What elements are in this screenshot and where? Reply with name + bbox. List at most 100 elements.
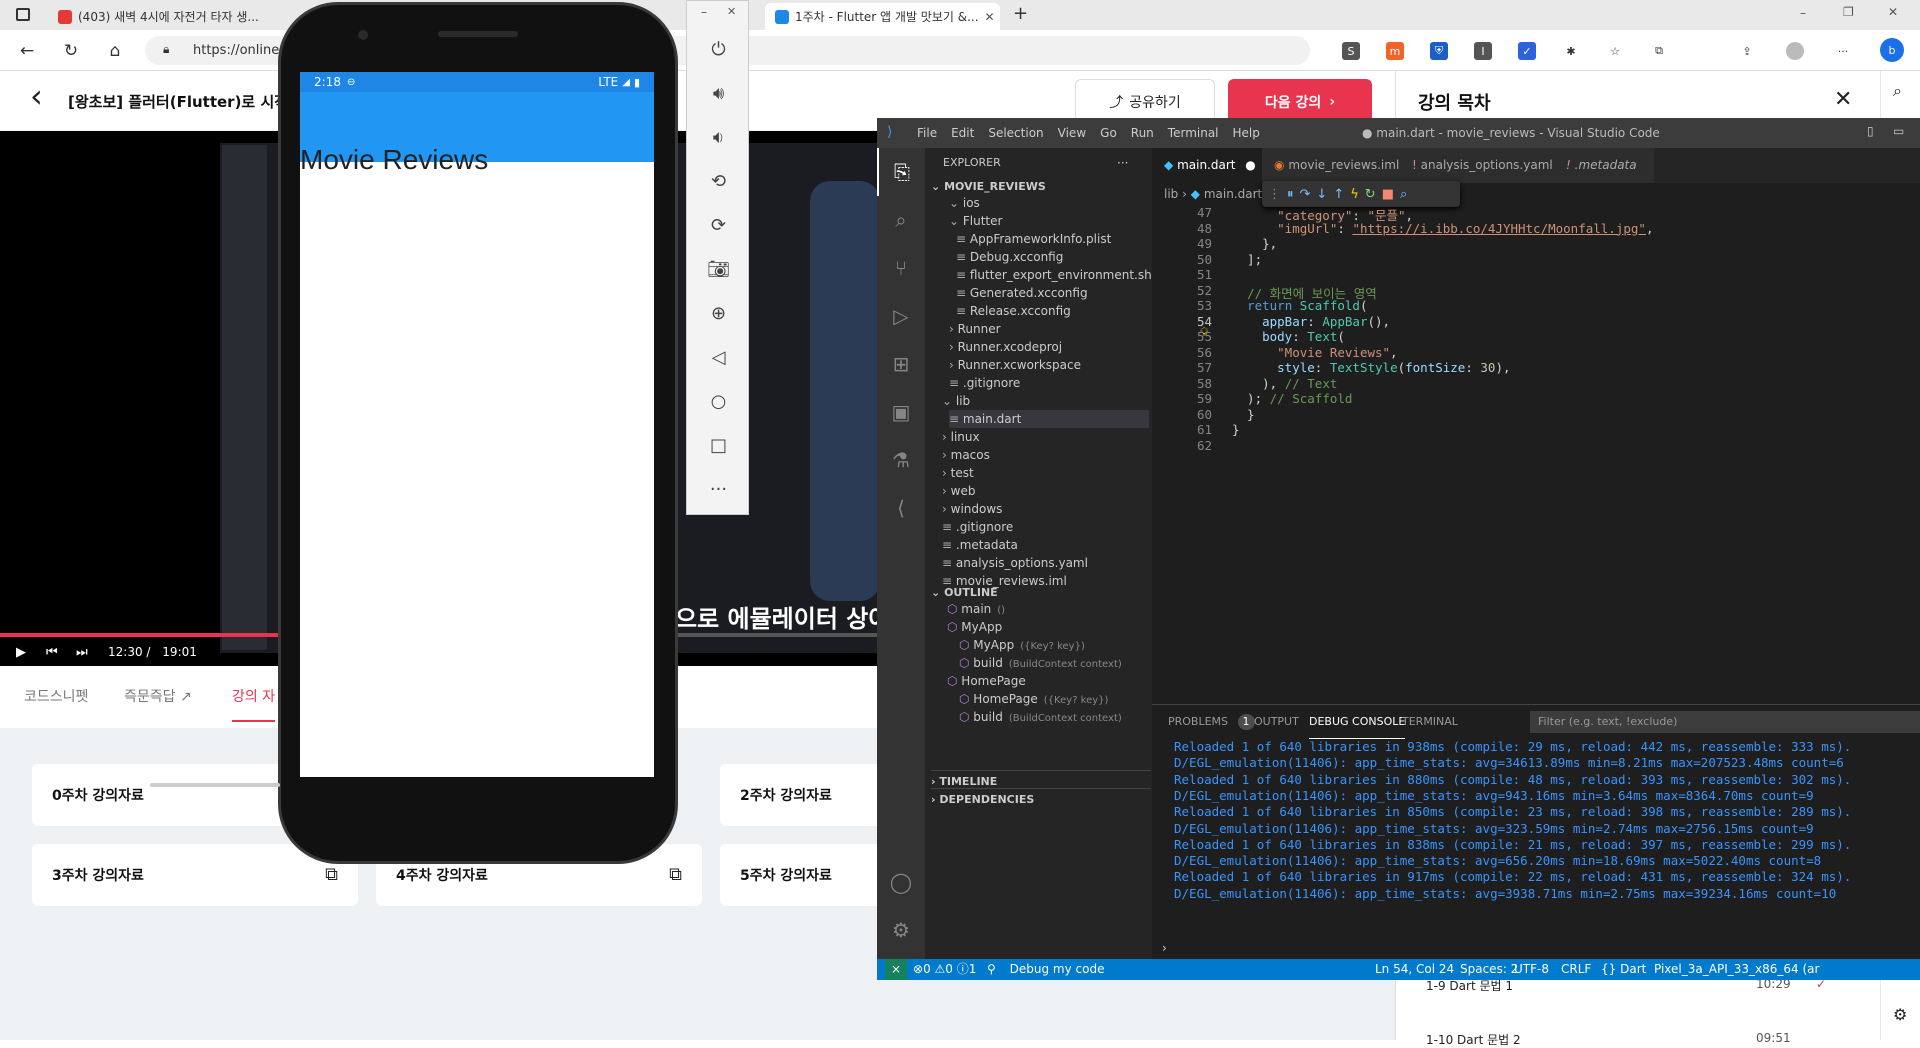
collections-icon[interactable]: ⧉ <box>1650 42 1668 60</box>
puzzle-icon[interactable]: ✱ <box>1562 42 1580 60</box>
search-icon[interactable]: ⌕ <box>877 196 925 244</box>
close-icon[interactable]: ✕ <box>1834 87 1852 112</box>
editor-tab-iml[interactable]: ◉ movie_reviews.iml <box>1262 148 1400 183</box>
camera-icon[interactable]: 📷︎ <box>687 247 750 291</box>
tab-code-snippet[interactable]: 코드스니펫 <box>24 686 88 706</box>
shield-icon[interactable]: ⛨ <box>1430 42 1448 60</box>
toggle-sidebar-icon[interactable]: ▯ <box>1867 124 1874 138</box>
extension-icon[interactable]: m <box>1386 42 1404 60</box>
step-over-icon[interactable]: ↷ <box>1300 187 1311 202</box>
outline-item[interactable]: ⬡ main () <box>947 600 1005 618</box>
outline-item[interactable]: ⬡ HomePage <box>947 672 1032 690</box>
extension-icon[interactable]: S <box>1342 42 1360 60</box>
flutter-icon[interactable]: ⟨ <box>877 484 925 532</box>
more-icon[interactable]: ··· <box>1834 42 1852 60</box>
breadcrumb-item[interactable]: lib <box>1164 187 1178 201</box>
extensions-icon[interactable]: ⊞ <box>877 340 925 388</box>
device-status[interactable]: Pixel_3a_API_33_x86_64 (ar <box>1654 959 1819 980</box>
rotate-left-icon[interactable]: ⟲ <box>687 159 750 203</box>
play-icon[interactable]: ▶ <box>16 645 26 660</box>
browser-tab-youtube[interactable]: (403) 새벽 4시에 자전거 타자 생... <box>48 3 258 30</box>
zoom-icon[interactable]: ⊕ <box>687 291 750 335</box>
step-into-icon[interactable]: ↓ <box>1316 187 1327 202</box>
menu-edit[interactable]: Edit <box>951 126 974 140</box>
tab-close-icon[interactable]: ✕ <box>985 10 995 24</box>
debug-console-output[interactable]: Reloaded 1 of 640 libraries in 938ms (co… <box>1152 739 1920 939</box>
testing-icon[interactable]: ⚗ <box>877 436 925 484</box>
share-icon[interactable]: ⇪ <box>1738 42 1756 60</box>
extension-icon[interactable]: I <box>1474 42 1492 60</box>
tab-actions-icon[interactable] <box>16 8 30 21</box>
account-icon[interactable]: ◯ <box>877 858 925 906</box>
step-out-icon[interactable]: ↑ <box>1333 187 1344 202</box>
outline-item[interactable]: ⬡ MyApp ({Key? key}) <box>959 636 1085 654</box>
cursor-position[interactable]: Ln 54, Col 24 <box>1375 959 1454 980</box>
favorites-icon[interactable]: ☆ <box>1606 42 1624 60</box>
outline-item[interactable]: ⬡ HomePage ({Key? key}) <box>959 690 1108 708</box>
files-icon[interactable]: ⎘ <box>877 148 925 196</box>
remote-explorer-icon[interactable]: ▣ <box>877 388 925 436</box>
emulator-screen[interactable]: 2:18 ⊖ LTE ◢ ▮ Movie Reviews <box>300 72 654 777</box>
home-icon[interactable]: ⌂ <box>102 38 128 64</box>
panel-tab-output[interactable]: OUTPUT <box>1254 705 1299 739</box>
pause-icon[interactable]: ⏸ <box>1287 187 1294 202</box>
outline-item[interactable]: ⬡ MyApp <box>947 618 1008 636</box>
editor-tab-metadata[interactable]: ! .metadata <box>1554 148 1654 183</box>
devtools-icon[interactable]: ⌕ <box>1400 187 1407 202</box>
rotate-right-icon[interactable]: ⟳ <box>687 203 750 247</box>
eol-status[interactable]: CRLF <box>1561 959 1591 980</box>
editor-tab-analysis[interactable]: ! analysis_options.yaml <box>1400 148 1554 183</box>
menu-help[interactable]: Help <box>1233 126 1260 140</box>
debug-status[interactable]: ⚲ Debug my code <box>987 959 1104 980</box>
refresh-icon[interactable]: ↻ <box>58 38 84 64</box>
language-status[interactable]: {} Dart <box>1601 959 1646 980</box>
skip-back-icon[interactable]: ⏮ <box>46 645 58 660</box>
gesture-nav-pill[interactable] <box>150 783 280 787</box>
problems-status[interactable]: ⊗0 ⚠0 ⓘ1 <box>913 959 976 980</box>
extension-icon[interactable]: ✓ <box>1518 42 1536 60</box>
window-close-icon[interactable]: ✕ <box>1888 5 1898 19</box>
console-filter-input[interactable]: Filter (e.g. text, !exclude) <box>1530 711 1920 733</box>
back-arrow-icon[interactable]: ← <box>14 38 40 64</box>
toggle-panel-icon[interactable]: ▭ <box>1893 124 1904 138</box>
bing-icon[interactable]: b <box>1880 38 1904 62</box>
editor-tab-main-dart[interactable]: ◆ main.dart ● <box>1152 148 1262 183</box>
avatar[interactable] <box>1786 42 1804 60</box>
tab-materials[interactable]: 강의 자 <box>232 686 276 722</box>
outline-item[interactable]: ⬡ build (BuildContext context) <box>959 654 1122 672</box>
home-circle-icon[interactable]: ○ <box>687 379 750 423</box>
hot-reload-icon[interactable]: ϟ <box>1350 187 1359 202</box>
back-triangle-icon[interactable]: ◁ <box>687 335 750 379</box>
gear-icon[interactable]: ⚙ <box>1893 1005 1907 1024</box>
new-tab-icon[interactable]: + <box>1013 3 1028 24</box>
menu-file[interactable]: File <box>917 126 937 140</box>
close-icon[interactable]: ✕ <box>727 5 736 18</box>
dependencies-header[interactable]: › DEPENDENCIES <box>931 788 1151 810</box>
browser-tab-course[interactable]: 1주차 - Flutter 앱 개발 맛보기 &... ✕ <box>765 3 1000 30</box>
drag-handle-icon[interactable]: ⋮ <box>1268 187 1281 202</box>
source-control-icon[interactable]: ⑂ <box>877 244 925 292</box>
stop-icon[interactable]: ■ <box>1382 187 1394 202</box>
menu-terminal[interactable]: Terminal <box>1168 126 1219 140</box>
code-editor[interactable]: 47 "category": "문플", 48 "imgUrl": "https:… <box>1152 205 1920 605</box>
more-icon[interactable]: ··· <box>687 467 750 511</box>
skip-forward-icon[interactable]: ⏭ <box>76 645 88 660</box>
remote-icon[interactable]: ⨯ <box>885 959 908 980</box>
restart-icon[interactable]: ↻ <box>1365 187 1376 202</box>
panel-tab-debug-console[interactable]: DEBUG CONSOLE <box>1309 705 1406 739</box>
manage-gear-icon[interactable]: ⚙ <box>877 906 925 954</box>
menu-go[interactable]: Go <box>1100 126 1117 140</box>
window-minimize-icon[interactable]: – <box>1800 6 1806 20</box>
power-icon[interactable]: ⏻ <box>687 27 750 71</box>
panel-tab-problems[interactable]: PROBLEMS 1 <box>1168 705 1255 739</box>
tab-qna[interactable]: 즉문즉답 ↗ <box>124 686 192 706</box>
console-prompt-icon[interactable]: › <box>1162 941 1167 955</box>
minimize-icon[interactable]: – <box>701 5 707 19</box>
volume-down-icon[interactable]: 🔉︎ <box>687 115 750 159</box>
run-debug-icon[interactable]: ▷ <box>877 292 925 340</box>
indent-status[interactable]: Spaces: 2 <box>1460 959 1518 980</box>
outline-item[interactable]: ⬡ build (BuildContext context) <box>959 708 1122 726</box>
back-icon[interactable]: ‹ <box>30 77 43 115</box>
menu-run[interactable]: Run <box>1131 126 1154 140</box>
volume-up-icon[interactable]: 🔊︎ <box>687 71 750 115</box>
